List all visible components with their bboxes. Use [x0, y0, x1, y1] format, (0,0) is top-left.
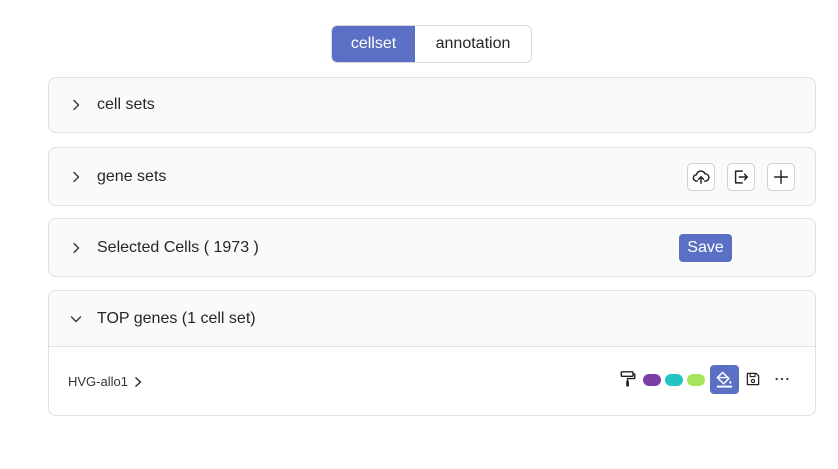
cell-sets-title: cell sets: [97, 96, 155, 113]
view-toggle: cellset annotation: [331, 25, 532, 63]
top-genes-panel: TOP genes (1 cell set) HVG-allo1: [48, 290, 816, 416]
save-top-genes-button[interactable]: [744, 370, 762, 388]
hvg-row-label: HVG-allo1: [68, 374, 128, 389]
tab-annotation[interactable]: annotation: [415, 26, 531, 62]
cell-sets-header[interactable]: cell sets: [49, 78, 815, 132]
plus-icon: [773, 169, 789, 185]
gene-sets-header[interactable]: gene sets: [49, 148, 815, 205]
chevron-right-icon: [69, 170, 83, 184]
export-gene-set-button[interactable]: [727, 163, 755, 191]
floppy-disk-icon: [746, 372, 760, 386]
selected-cells-panel: Selected Cells ( 1973 ) Save: [48, 218, 816, 277]
top-genes-header[interactable]: TOP genes (1 cell set): [49, 291, 815, 347]
export-icon: [734, 170, 749, 184]
gene-sets-title: gene sets: [97, 167, 167, 185]
color-swatch-purple[interactable]: [643, 374, 661, 386]
paint-roller-button[interactable]: [619, 370, 637, 388]
color-swatch-teal[interactable]: [665, 374, 683, 386]
chevron-right-icon: [69, 241, 83, 255]
cloud-upload-icon: [692, 170, 710, 185]
chevron-down-icon: [69, 312, 83, 326]
selected-cells-title: Selected Cells ( 1973 ): [97, 238, 259, 256]
more-options-button[interactable]: [771, 370, 793, 388]
top-genes-body: HVG-allo1: [49, 347, 815, 415]
chevron-right-icon: [69, 98, 83, 112]
paint-roller-icon: [620, 371, 636, 387]
upload-gene-set-button[interactable]: [687, 163, 715, 191]
tab-cellset[interactable]: cellset: [332, 26, 415, 62]
save-selected-cells-button[interactable]: Save: [679, 234, 732, 262]
fill-color-button[interactable]: [710, 365, 739, 394]
chevron-right-icon: [133, 376, 143, 387]
hvg-row-link[interactable]: HVG-allo1: [68, 374, 143, 389]
color-swatch-green[interactable]: [687, 374, 705, 386]
selected-cells-header[interactable]: Selected Cells ( 1973 ) Save: [49, 219, 815, 276]
gene-sets-panel: gene sets: [48, 147, 816, 206]
cell-sets-panel: cell sets: [48, 77, 816, 133]
add-gene-set-button[interactable]: [767, 163, 795, 191]
top-genes-title: TOP genes (1 cell set): [97, 309, 256, 327]
ellipsis-icon: [775, 377, 789, 381]
paint-bucket-icon: [716, 371, 733, 388]
